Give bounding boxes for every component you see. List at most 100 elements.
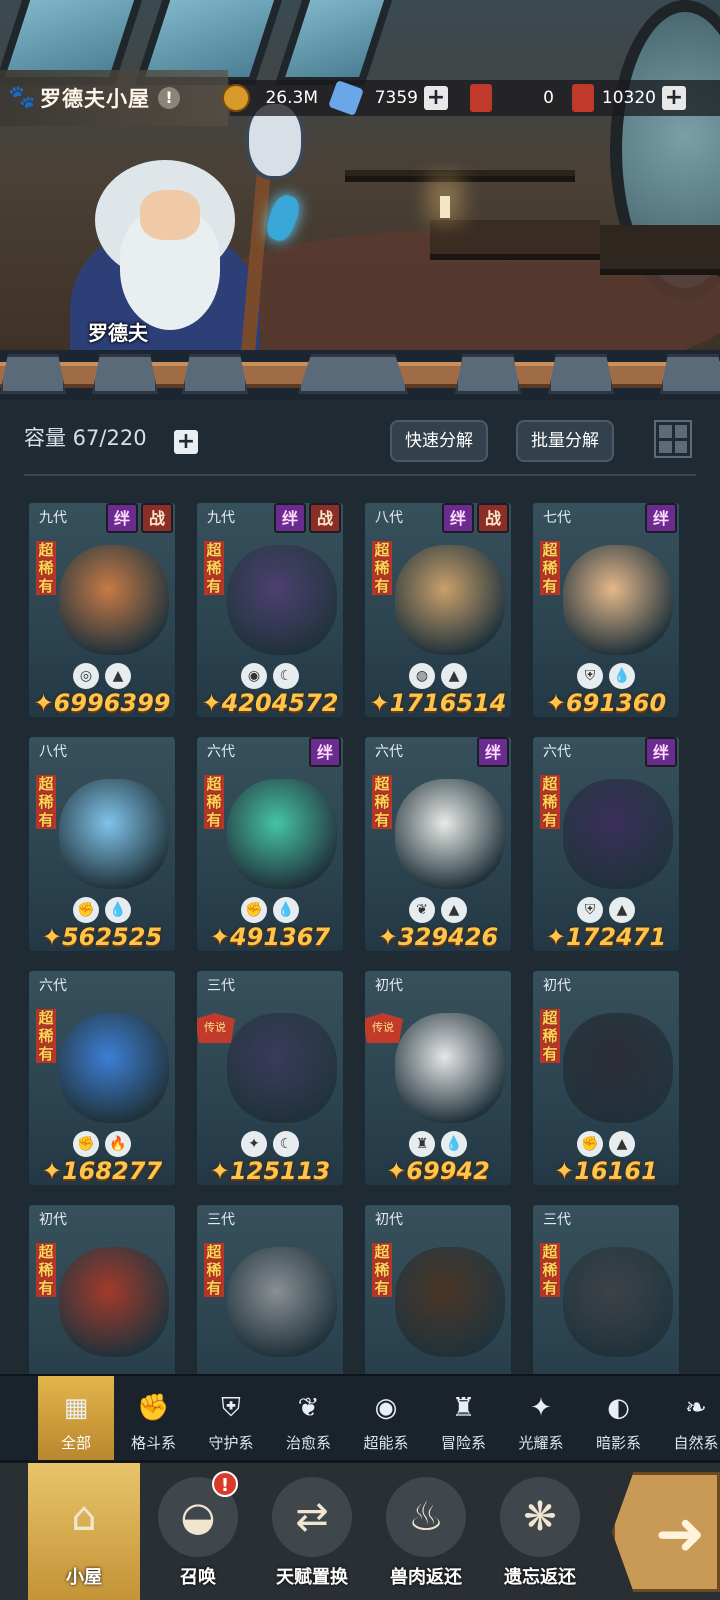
filter-fist[interactable]: ✊ 格斗系: [116, 1376, 192, 1462]
creature-card[interactable]: 六代 绊超稀有 ✊ 💧 ✦491367: [194, 734, 346, 954]
crystal-icon: [328, 80, 364, 116]
generation-label: 八代: [375, 510, 403, 526]
creature-card[interactable]: 初代 超稀有: [26, 1202, 178, 1378]
creature-card[interactable]: 三代 超稀有: [194, 1202, 346, 1378]
legendary-badge: 传说: [197, 1013, 235, 1043]
element-icons: ♜ 💧: [409, 1131, 467, 1157]
expand-capacity-button[interactable]: +: [174, 430, 198, 454]
creature-card[interactable]: 三代 传说 ✦ ☾ ✦125113: [194, 968, 346, 1188]
location-title-box: 🐾 罗德夫小屋 !: [0, 70, 228, 126]
rarity-label: 超稀有: [540, 1243, 560, 1297]
creature-sprite: [227, 1013, 337, 1123]
rarity-label: 超稀有: [372, 775, 392, 829]
grid-view-toggle[interactable]: [654, 420, 692, 458]
filter-label: 治愈系: [285, 1434, 331, 1452]
filter-label: 自然系: [673, 1434, 719, 1452]
filter-sprout[interactable]: ❦ 治愈系: [271, 1376, 347, 1462]
type-filter-bar: ▦ 全部 ✊ 格斗系 ⛨ 守护系 ❦ 治愈系 ◉ 超能系 ♜ 冒险系 ✦ 光耀系 ◐ 暗影系 ❧ 自然系: [0, 1374, 720, 1462]
power-value: ✦691360: [545, 689, 667, 717]
element-icons: ◎ ▲: [73, 663, 131, 689]
creature-card[interactable]: 六代 超稀有 ✊ 🔥 ✦168277: [26, 968, 178, 1188]
leaf-icon: ❦: [409, 897, 435, 923]
creature-sprite: [59, 1247, 169, 1357]
creature-sprite: [227, 545, 337, 655]
creature-card[interactable]: 初代传说 ♜ 💧 ✦69942: [362, 968, 514, 1188]
shield-icon: ⛨: [221, 1393, 241, 1423]
generation-label: 六代: [543, 744, 571, 760]
creature-card[interactable]: 九代 绊战超稀有 ◉ ☾ ✦4204572: [194, 500, 346, 720]
creature-sprite: [563, 1013, 673, 1123]
nav-house[interactable]: ⌂ 小屋: [28, 1463, 140, 1600]
generation-label: 六代: [39, 978, 67, 994]
fist-icon: ✊: [73, 1131, 99, 1157]
rarity-label: 超稀有: [36, 775, 56, 829]
bond-tag: 绊: [645, 503, 677, 533]
bottom-nav: ⌂ 小屋 ◒ 召唤! ⇄ 天赋置换 ♨ 兽肉返还 ❋ 遗忘返还: [0, 1460, 720, 1600]
creature-sprite: [563, 545, 673, 655]
element-icons: ❦ ▲: [409, 897, 467, 923]
generation-label: 初代: [39, 1212, 67, 1228]
creature-card[interactable]: 六代 绊超稀有 ❦ ▲ ✦329426: [362, 734, 514, 954]
filter-leaf[interactable]: ❧ 自然系: [658, 1376, 720, 1462]
cabinet: [600, 225, 720, 275]
creature-sprite: [563, 1247, 673, 1357]
crystal-value: 7359: [374, 88, 418, 108]
creature-sprite: [59, 1013, 169, 1123]
creature-card[interactable]: 八代 超稀有 ✊ 💧 ✦562525: [26, 734, 178, 954]
nav-meat[interactable]: ♨ 兽肉返还: [370, 1463, 482, 1600]
shield-icon: ⛨: [577, 663, 603, 689]
creature-card[interactable]: 三代 超稀有: [530, 1202, 682, 1378]
moon-icon: ☾: [273, 663, 299, 689]
quick-decompose-button[interactable]: 快速分解: [390, 420, 488, 462]
creature-grid: 九代绊战超稀有 ◎ ▲ ✦6996399 九代绊战超稀有 ◉ ☾ ✦4204572 八代绊战超稀…: [26, 500, 696, 1378]
lantern-icon: ♜: [451, 1393, 476, 1423]
flame-icon: ❋: [500, 1477, 580, 1557]
generation-label: 九代: [207, 510, 235, 526]
creature-card[interactable]: 初代 超稀有 ✊ ▲ ✦16161: [530, 968, 682, 1188]
element-icons: ✊ 💧: [73, 897, 131, 923]
npc-name: 罗德夫: [88, 321, 148, 345]
divider: [24, 474, 696, 476]
rarity-label: 超稀有: [540, 541, 560, 595]
resource-crystal: 7359 +: [328, 80, 452, 116]
creature-card[interactable]: 七代 绊超稀有 ⛨ 💧 ✦691360: [530, 500, 682, 720]
filter-lantern[interactable]: ♜ 冒险系: [426, 1376, 502, 1462]
power-value: ✦172471: [545, 923, 667, 951]
fist-icon: ✊: [241, 897, 267, 923]
gold-value: 26.3M: [265, 88, 318, 108]
add-crystal-button[interactable]: +: [424, 86, 448, 110]
tag-group: 绊: [309, 737, 341, 767]
adventure-icon: ♜: [409, 1131, 435, 1157]
element-icons: ⛨ ▲: [577, 897, 635, 923]
creature-card[interactable]: 初代 超稀有: [362, 1202, 514, 1378]
generation-label: 初代: [375, 978, 403, 994]
fist-icon: ✊: [73, 897, 99, 923]
power-value: ✦16161: [554, 1157, 658, 1185]
creature-card[interactable]: 九代 绊战超稀有 ◎ ▲ ✦6996399: [26, 500, 178, 720]
generation-label: 八代: [39, 744, 67, 760]
info-icon[interactable]: !: [158, 87, 180, 109]
filter-star[interactable]: ✦ 光耀系: [503, 1376, 579, 1462]
tag-group: 绊: [645, 503, 677, 533]
meat-icon: ♨: [386, 1477, 466, 1557]
power-value: ✦168277: [41, 1157, 163, 1185]
desk: [430, 220, 600, 260]
nav-swap[interactable]: ⇄ 天赋置换: [256, 1463, 368, 1600]
nav-flame[interactable]: ❋ 遗忘返还: [484, 1463, 596, 1600]
element-icons: ⛨ 💧: [577, 663, 635, 689]
batch-decompose-button[interactable]: 批量分解: [516, 420, 614, 462]
filter-eye[interactable]: ◐ 暗影系: [581, 1376, 657, 1462]
tag-group: 绊战: [274, 503, 341, 533]
capacity-label: 容量 67/220: [24, 426, 147, 450]
power-value: ✦69942: [386, 1157, 490, 1185]
creature-card[interactable]: 六代 绊超稀有 ⛨ ▲ ✦172471: [530, 734, 682, 954]
forward-button[interactable]: ➜: [612, 1472, 720, 1592]
creature-card[interactable]: 八代 绊战超稀有 ◍ ▲ ✦1716514: [362, 500, 514, 720]
filter-alien[interactable]: ◉ 超能系: [348, 1376, 424, 1462]
filter-all[interactable]: ▦ 全部: [38, 1376, 114, 1462]
add-meat-ticket-button[interactable]: +: [662, 86, 686, 110]
creature-sprite: [395, 779, 505, 889]
legendary-badge: 传说: [365, 1013, 403, 1043]
element-icons: ✊ 🔥: [73, 1131, 131, 1157]
filter-shield[interactable]: ⛨ 守护系: [193, 1376, 269, 1462]
